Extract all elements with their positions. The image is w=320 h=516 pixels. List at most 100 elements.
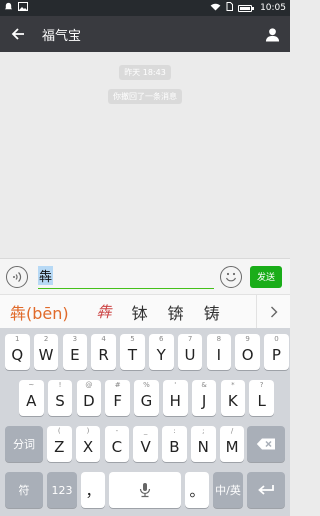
key-label: J [201,392,207,410]
candidate-handwriting[interactable]: 犇 [97,301,112,322]
key-t[interactable]: 5T [120,334,145,370]
emoji-button[interactable] [220,265,242,288]
arrow-left-icon [11,28,24,40]
key-e[interactable]: 3E [62,334,88,370]
key-label: V [140,438,151,456]
key-label: 分词 [13,438,35,451]
key-label: F [113,392,122,410]
key-label: L [257,392,266,410]
candidate-item[interactable]: 铸 [204,300,220,324]
recall-notice: 你撤回了一条消息 [0,84,290,104]
key-label: E [70,346,80,364]
key-u[interactable]: 7U [177,334,203,370]
person-icon [265,27,279,42]
key-q[interactable]: 1Q [5,334,30,370]
key-label: C [111,438,123,456]
key-label: ， [85,481,101,500]
key-r[interactable]: 4R [91,334,116,370]
key-y[interactable]: 6Y [149,334,174,370]
key-z[interactable]: (Z [47,426,72,462]
message-input[interactable]: 犇 [38,265,214,289]
key-label: H [169,392,181,410]
send-button[interactable]: 发送 [250,265,282,288]
key-hint: 4 [101,335,106,343]
key-hint: @ [85,381,93,389]
key-v[interactable]: _ V [133,426,158,462]
key-d[interactable]: @ D [76,380,102,416]
symbol-key[interactable]: 符 [5,472,43,508]
key-j[interactable]: & J [191,380,217,416]
key-label: A [26,392,37,410]
backspace-icon [256,438,275,450]
key-s[interactable]: ! S [47,380,73,416]
key-label: X [82,438,94,456]
key-w[interactable]: 2W [33,334,59,370]
key-label: O [241,346,254,364]
chat-title: 福气宝 [42,28,82,44]
key-hint: - [115,427,119,435]
chat-header: 福气宝 [0,16,290,52]
key-l[interactable]: ? L [249,380,274,416]
candidate-item[interactable]: 钵 [132,300,148,324]
smiley-icon [225,273,236,282]
comma-key[interactable]: ， [81,472,105,508]
voice-icon [13,271,22,282]
back-button[interactable] [0,16,36,52]
key-c[interactable]: -C [104,426,130,462]
message-list[interactable]: 昨天 18:43 你撤回了一条消息 [0,52,290,258]
status-time: 10:05 [260,3,286,13]
voice-button[interactable] [6,265,28,288]
number-key[interactable]: 123 [47,472,77,508]
key-hint: 8 [216,335,222,343]
key-label: N [197,438,209,456]
enter-key[interactable] [247,472,285,508]
key-a[interactable]: ~ A [19,380,44,416]
chat-info-button[interactable] [254,16,290,52]
input-text: 犇 [38,265,54,285]
key-hint: 0 [274,335,279,343]
key-f[interactable]: # F [105,380,130,416]
key-x[interactable]: ) X [75,426,101,462]
key-label: T [127,346,138,364]
key-label: B [169,438,180,456]
key-g[interactable]: % G [134,380,159,416]
keyboard: 1 Q 2 W 3 E 4 R 5 T 6 Y 7 U 8 I 9 O 0 P ~ A! S @ D # F% G ' H & J * K? L 分词… [0,328,290,516]
ime-candidate-bar: 犇(bēn) 犇 钵 锛 铸 [0,294,290,329]
more-candidates-button[interactable] [256,294,290,329]
wifi-icon [210,3,221,14]
chevron-right-icon [270,306,277,317]
microphone-icon [139,483,151,498]
battery-icon [238,4,255,12]
key-hint: # [114,381,121,389]
key-label: I [216,346,222,364]
sim-icon [226,2,234,14]
timestamp: 昨天 18:43 [0,60,290,80]
segment-key[interactable]: 分词 [5,426,43,462]
key-o[interactable]: 9O [235,334,260,370]
language-toggle-key[interactable]: 中/英 [213,472,243,508]
key-hint: ? [259,381,264,389]
key-h[interactable]: ' H [163,380,188,416]
key-label: Y [156,346,166,364]
key-label: Z [54,438,65,456]
period-key[interactable]: 。 [185,472,209,508]
backspace-key[interactable] [247,426,285,462]
key-label: G [140,392,153,410]
key-hint: 7 [187,335,193,343]
key-k[interactable]: * K [220,380,246,416]
key-hint: ' [174,381,177,389]
key-b[interactable]: :B [162,426,187,462]
key-p[interactable]: 0P [264,334,289,370]
key-hint: & [201,381,207,389]
gallery-icon [18,2,28,14]
key-hint: ; [202,427,205,435]
key-label: U [184,346,196,364]
space-key[interactable] [109,472,181,508]
key-m[interactable]: / M [219,426,245,462]
candidate-item[interactable]: 锛 [168,300,184,324]
key-label: M [225,438,239,456]
key-hint: 6 [159,335,164,343]
key-n[interactable]: ; N [191,426,216,462]
candidate-primary[interactable]: 犇(bēn) [10,300,69,324]
key-i[interactable]: 8I [206,334,232,370]
